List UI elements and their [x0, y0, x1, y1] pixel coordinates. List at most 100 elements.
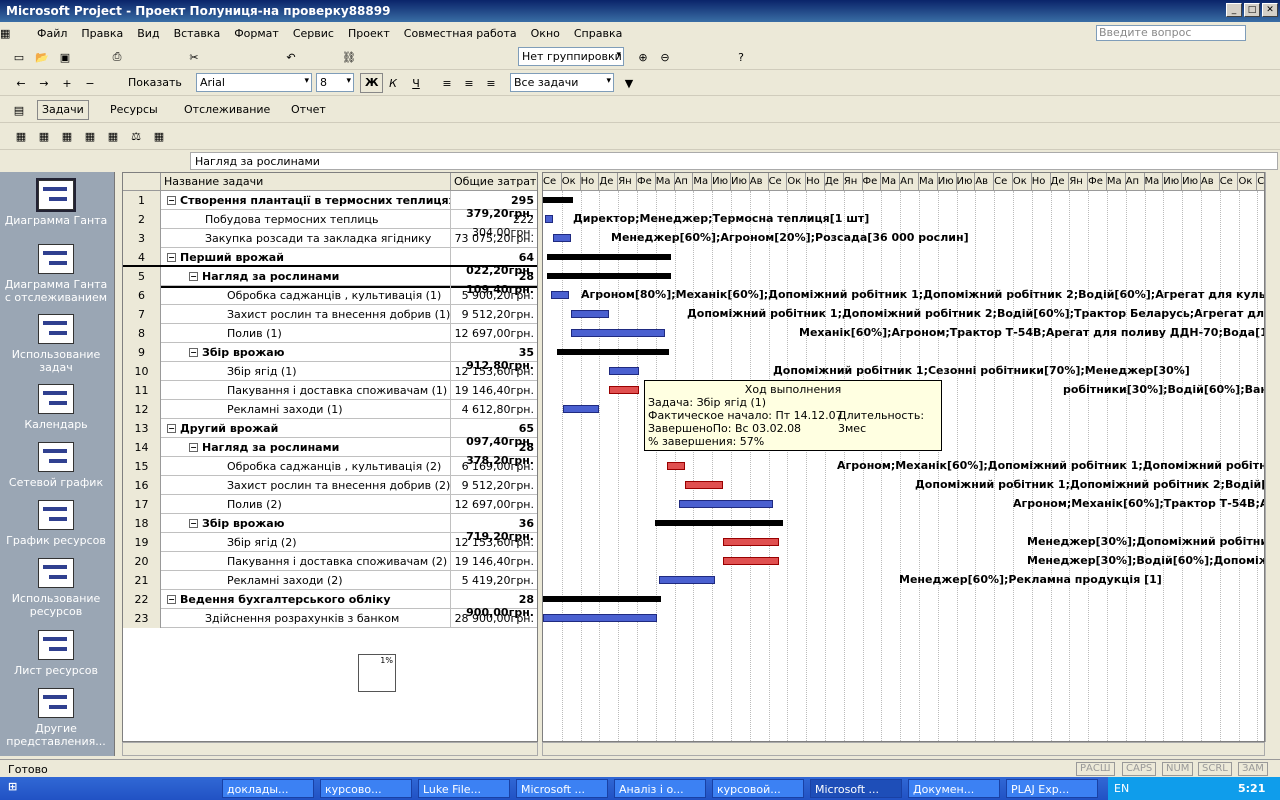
table-row[interactable]: 1− Створення плантації в термосних теплиц… — [123, 191, 537, 220]
collapse-icon[interactable]: − — [167, 424, 176, 433]
view-button[interactable]: Другие представления... — [0, 688, 112, 748]
cost-cell[interactable]: 12 153,60грн. — [451, 533, 537, 552]
gantt-bar[interactable] — [571, 329, 665, 337]
task-name-cell[interactable]: − Створення плантації в термосних теплиця… — [161, 191, 451, 210]
arrow-left-icon[interactable]: ← — [12, 74, 30, 92]
taskbar-button[interactable]: Microsoft ... — [516, 779, 608, 798]
gantt-bar[interactable] — [563, 405, 599, 413]
table-row[interactable]: 15 Обробка саджанців , культивація (2) 6 1… — [123, 457, 537, 476]
table-row[interactable]: 7 Захист рослин та внесення добрив (1) 9 5… — [123, 305, 537, 324]
task-name-cell[interactable]: − Нагляд за рослинами — [161, 267, 451, 286]
task-name-cell[interactable]: Обробка саджанців , культивація (2) — [161, 457, 451, 476]
gantt-bar[interactable] — [723, 557, 779, 565]
cost-cell[interactable]: 4 612,80грн. — [451, 400, 537, 419]
underline-button[interactable]: Ч — [407, 74, 425, 92]
name-column-header[interactable]: Название задачи — [161, 173, 451, 191]
task-name-cell[interactable]: − Збір врожаю — [161, 343, 451, 362]
view-icon[interactable]: ▤ — [10, 101, 28, 119]
menu-item[interactable]: Проект — [341, 27, 397, 40]
taskbar-button[interactable]: Докумен... — [908, 779, 1000, 798]
view-button[interactable]: Использование задач — [0, 314, 112, 374]
help-icon[interactable]: ? — [732, 48, 750, 66]
minimize-button[interactable]: _ — [1226, 3, 1242, 17]
table-hscrollbar[interactable] — [122, 742, 538, 756]
gantt-bar[interactable] — [551, 291, 569, 299]
menu-item[interactable]: Формат — [227, 27, 286, 40]
language-indicator[interactable]: EN — [1114, 782, 1129, 795]
outline2-icon[interactable]: ▦ — [35, 127, 53, 145]
tracking-dropdown[interactable]: Отслеживание — [184, 103, 270, 116]
gantt-bar[interactable] — [659, 576, 715, 584]
minus-icon[interactable]: − — [81, 74, 99, 92]
cost-cell[interactable]: 5 419,20грн. — [451, 571, 537, 590]
cost-cell[interactable]: 19 146,40грн. — [451, 381, 537, 400]
gantt-bar[interactable] — [543, 614, 657, 622]
task-name-cell[interactable]: Рекламні заходи (1) — [161, 400, 451, 419]
taskbar-button[interactable]: Microsoft ... — [810, 779, 902, 798]
table-row[interactable]: 16 Захист рослин та внесення добрив (2) 9 … — [123, 476, 537, 495]
filter-select[interactable]: Все задачи — [510, 73, 614, 92]
view-button[interactable]: Лист ресурсов — [0, 630, 112, 677]
table-row[interactable]: 3 Закупка розсади та закладка ягіднику 73 … — [123, 229, 537, 248]
start-icon[interactable]: ⊞ — [8, 780, 17, 793]
cost-cell[interactable]: 64 022,20грн. — [451, 248, 537, 277]
table-row[interactable]: 19 Збір ягід (2) 12 153,60грн. — [123, 533, 537, 552]
taskbar-button[interactable]: курсово... — [320, 779, 412, 798]
gantt-bar[interactable] — [543, 197, 573, 203]
open-icon[interactable]: 📂 — [33, 48, 51, 66]
gantt-bar[interactable] — [571, 310, 609, 318]
task-name-cell[interactable]: Здійснення розрахунків з банком — [161, 609, 451, 628]
collapse-icon[interactable]: − — [189, 519, 198, 528]
gantt-bar[interactable] — [547, 254, 671, 260]
table-row[interactable]: 18− Збір врожаю 36 719,20грн. — [123, 514, 537, 543]
task-name-cell[interactable]: Збір ягід (1) — [161, 362, 451, 381]
gantt-bar[interactable] — [685, 481, 723, 489]
table-row[interactable]: 4− Перший врожай 64 022,20грн. — [123, 248, 537, 277]
autofilter-icon[interactable]: ▼ — [620, 74, 638, 92]
view-button[interactable]: График ресурсов — [0, 500, 112, 547]
taskbar-button[interactable]: Аналіз і о... — [614, 779, 706, 798]
taskbar-button[interactable]: доклады... — [222, 779, 314, 798]
table-row[interactable]: 10 Збір ягід (1) 12 153,60грн. — [123, 362, 537, 381]
cost-cell[interactable]: 9 512,20грн. — [451, 476, 537, 495]
print-icon[interactable]: ⎙ — [108, 48, 126, 66]
tasks-button[interactable]: Задачи — [37, 100, 89, 120]
task-name-cell[interactable]: Обробка саджанців , культивація (1) — [161, 286, 451, 305]
cost-cell[interactable]: 6 169,00грн. — [451, 457, 537, 476]
gantt-bar[interactable] — [679, 500, 773, 508]
task-name-cell[interactable]: Рекламні заходи (2) — [161, 571, 451, 590]
report-dropdown[interactable]: Отчет — [291, 103, 326, 116]
grouping-select[interactable]: Нет группировки — [518, 47, 624, 66]
menu-item[interactable]: Правка — [74, 27, 130, 40]
task-name-cell[interactable]: Збір ягід (2) — [161, 533, 451, 552]
taskbar-button[interactable]: курсовой... — [712, 779, 804, 798]
task-name-cell[interactable]: Захист рослин та внесення добрив (2) — [161, 476, 451, 495]
size-select[interactable]: 8 — [316, 73, 354, 92]
cost-cell[interactable]: 35 912,80грн. — [451, 343, 537, 372]
align-right-icon[interactable]: ≡ — [482, 74, 500, 92]
gantt-bar[interactable] — [553, 234, 571, 242]
grid-icon[interactable]: ▦ — [150, 127, 168, 145]
cost-column-header[interactable]: Общие затраты — [451, 173, 537, 191]
cost-cell[interactable]: 28 109,40грн. — [451, 267, 537, 296]
menu-item[interactable]: Сервис — [286, 27, 341, 40]
zoom-in-icon[interactable]: ⊕ — [634, 48, 652, 66]
view-button[interactable]: Диаграмма Ганта с отслеживанием — [0, 244, 112, 304]
bold-button[interactable]: Ж — [360, 73, 384, 93]
task-name-cell[interactable]: Закупка розсади та закладка ягіднику — [161, 229, 451, 248]
font-select[interactable]: Arial — [196, 73, 312, 92]
new-icon[interactable]: ▭ — [10, 48, 28, 66]
menu-item[interactable]: Вставка — [167, 27, 228, 40]
table-row[interactable]: 9− Збір врожаю 35 912,80грн. — [123, 343, 537, 372]
entry-field[interactable]: Нагляд за рослинами — [190, 152, 1278, 170]
table-row[interactable]: 14− Нагляд за рослинами 28 378,20грн. — [123, 438, 537, 467]
task-name-cell[interactable]: − Перший врожай — [161, 248, 451, 267]
resources-dropdown[interactable]: Ресурсы — [110, 103, 158, 116]
task-name-cell[interactable]: Полив (2) — [161, 495, 451, 514]
view-button[interactable]: Использование ресурсов — [0, 558, 112, 618]
cost-cell[interactable]: 295 379,20грн. — [451, 191, 537, 220]
gantt-bar[interactable] — [609, 367, 639, 375]
cost-cell[interactable]: 12 697,00грн. — [451, 495, 537, 514]
table-row[interactable]: 12 Рекламні заходи (1) 4 612,80грн. — [123, 400, 537, 419]
cost-cell[interactable]: 28 900,00грн. — [451, 609, 537, 628]
